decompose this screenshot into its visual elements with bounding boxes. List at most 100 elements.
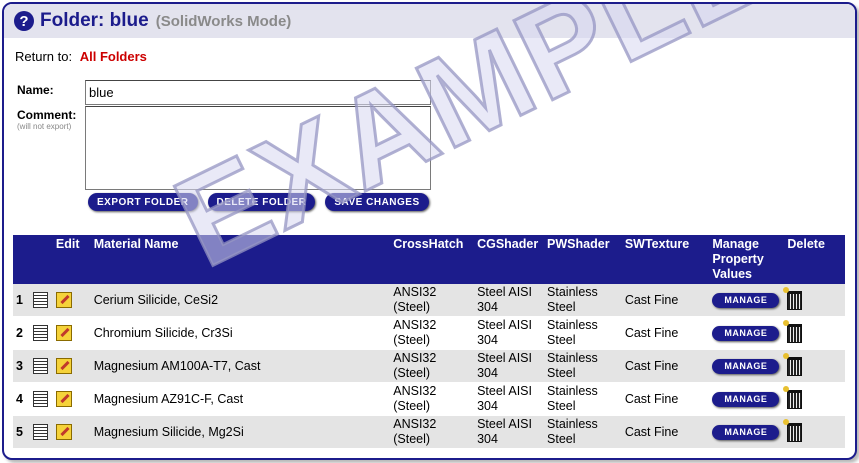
document-icon[interactable]: [32, 325, 48, 341]
swtexture-cell: Cast Fine: [620, 316, 709, 350]
document-icon[interactable]: [32, 424, 48, 440]
manage-button[interactable]: MANAGE: [712, 424, 780, 440]
table-header-row: Edit Material Name CrossHatch CGShader P…: [13, 235, 845, 284]
trash-icon[interactable]: [783, 319, 803, 343]
col-num: [13, 235, 29, 284]
help-icon[interactable]: ?: [14, 11, 34, 31]
manage-cell: MANAGE: [708, 415, 784, 449]
name-label: Name:: [17, 83, 54, 97]
cgshader-l1: Steel AISI: [477, 384, 532, 398]
edit-cell: [51, 284, 90, 317]
crosshatch-l2: (Steel): [393, 432, 431, 446]
edit-cell: [51, 415, 90, 449]
manage-h1: Manage: [712, 237, 759, 251]
row-number: 1: [13, 284, 29, 317]
crosshatch-l1: ANSI32: [393, 318, 437, 332]
trash-icon[interactable]: [783, 352, 803, 376]
export-folder-button[interactable]: EXPORT FOLDER: [88, 193, 198, 211]
row-number: 3: [13, 349, 29, 383]
pwshader-l1: Stainless: [547, 384, 598, 398]
page-header: ? Folder: blue (SolidWorks Mode): [4, 4, 855, 38]
table-row: 4 Magnesium AZ91C-F, Cast ANSI32 (Steel) …: [13, 382, 845, 416]
crosshatch-cell: ANSI32 (Steel): [389, 284, 474, 317]
trash-icon[interactable]: [783, 418, 803, 442]
manage-cell: MANAGE: [708, 349, 784, 383]
document-icon[interactable]: [32, 391, 48, 407]
manage-cell: MANAGE: [708, 382, 784, 416]
edit-pencil-icon[interactable]: [55, 391, 72, 407]
save-changes-button[interactable]: SAVE CHANGES: [325, 193, 429, 211]
crosshatch-cell: ANSI32 (Steel): [389, 349, 474, 383]
crosshatch-l2: (Steel): [393, 366, 431, 380]
edit-cell: [51, 349, 90, 383]
comment-label: Comment:: [17, 108, 77, 122]
cgshader-l1: Steel AISI: [477, 417, 532, 431]
mode-label: (SolidWorks Mode): [155, 12, 292, 30]
swtexture-cell: Cast Fine: [620, 284, 709, 317]
cgshader-l1: Steel AISI: [477, 318, 532, 332]
crosshatch-cell: ANSI32 (Steel): [389, 415, 474, 449]
comment-textarea[interactable]: [85, 106, 431, 190]
col-delete: Delete: [783, 235, 845, 284]
trash-icon[interactable]: [783, 385, 803, 409]
manage-button[interactable]: MANAGE: [712, 325, 780, 341]
trash-icon[interactable]: [783, 286, 803, 310]
manage-cell: MANAGE: [708, 316, 784, 350]
col-swtexture: SWTexture: [620, 235, 709, 284]
pwshader-l2: Steel: [547, 300, 576, 314]
pwshader-l1: Stainless: [547, 351, 598, 365]
crosshatch-cell: ANSI32 (Steel): [389, 316, 474, 350]
material-name: Magnesium AM100A-T7, Cast: [89, 349, 390, 383]
col-cgshader: CGShader: [473, 235, 544, 284]
document-icon[interactable]: [32, 358, 48, 374]
view-cell: [28, 316, 52, 350]
cgshader-cell: Steel AISI 304: [473, 382, 544, 416]
cgshader-l2: 304: [477, 366, 498, 380]
edit-cell: [51, 316, 90, 350]
crosshatch-l1: ANSI32: [393, 384, 437, 398]
edit-pencil-icon[interactable]: [55, 358, 72, 374]
cgshader-l2: 304: [477, 399, 498, 413]
crosshatch-l1: ANSI32: [393, 351, 437, 365]
pwshader-cell: Stainless Steel: [543, 284, 621, 317]
cgshader-cell: Steel AISI 304: [473, 349, 544, 383]
delete-cell: [783, 382, 845, 416]
manage-h3: Values: [712, 267, 753, 281]
col-edit: Edit: [51, 235, 90, 284]
pwshader-l2: Steel: [547, 399, 576, 413]
table-row: 2 Chromium Silicide, Cr3Si ANSI32 (Steel)…: [13, 316, 845, 350]
cgshader-l1: Steel AISI: [477, 285, 532, 299]
edit-pencil-icon[interactable]: [55, 325, 72, 341]
col-material-name: Material Name: [89, 235, 390, 284]
material-name: Cerium Silicide, CeSi2: [89, 284, 390, 317]
pwshader-l1: Stainless: [547, 417, 598, 431]
delete-folder-button[interactable]: DELETE FOLDER: [207, 193, 316, 211]
col-pwshader: PWShader: [543, 235, 621, 284]
pwshader-l2: Steel: [547, 432, 576, 446]
edit-pencil-icon[interactable]: [55, 292, 72, 308]
return-prefix: Return to:: [15, 49, 73, 64]
edit-pencil-icon[interactable]: [55, 424, 72, 440]
pwshader-l2: Steel: [547, 366, 576, 380]
manage-button[interactable]: MANAGE: [712, 391, 780, 407]
delete-cell: [783, 284, 845, 317]
swtexture-cell: Cast Fine: [620, 382, 709, 416]
crosshatch-l1: ANSI32: [393, 285, 437, 299]
comment-note: (will not export): [17, 122, 72, 131]
name-input[interactable]: [85, 80, 431, 105]
all-folders-link[interactable]: All Folders: [80, 49, 147, 64]
material-name: Magnesium AZ91C-F, Cast: [89, 382, 390, 416]
swtexture-cell: Cast Fine: [620, 349, 709, 383]
document-icon[interactable]: [32, 292, 48, 308]
crosshatch-l2: (Steel): [393, 300, 431, 314]
pwshader-cell: Stainless Steel: [543, 382, 621, 416]
manage-button[interactable]: MANAGE: [712, 292, 780, 308]
folder-actions: EXPORT FOLDER DELETE FOLDER SAVE CHANGES: [88, 193, 429, 211]
manage-button[interactable]: MANAGE: [712, 358, 780, 374]
edit-cell: [51, 382, 90, 416]
delete-cell: [783, 415, 845, 449]
delete-cell: [783, 349, 845, 383]
cgshader-l2: 304: [477, 300, 498, 314]
pwshader-l2: Steel: [547, 333, 576, 347]
view-cell: [28, 382, 52, 416]
